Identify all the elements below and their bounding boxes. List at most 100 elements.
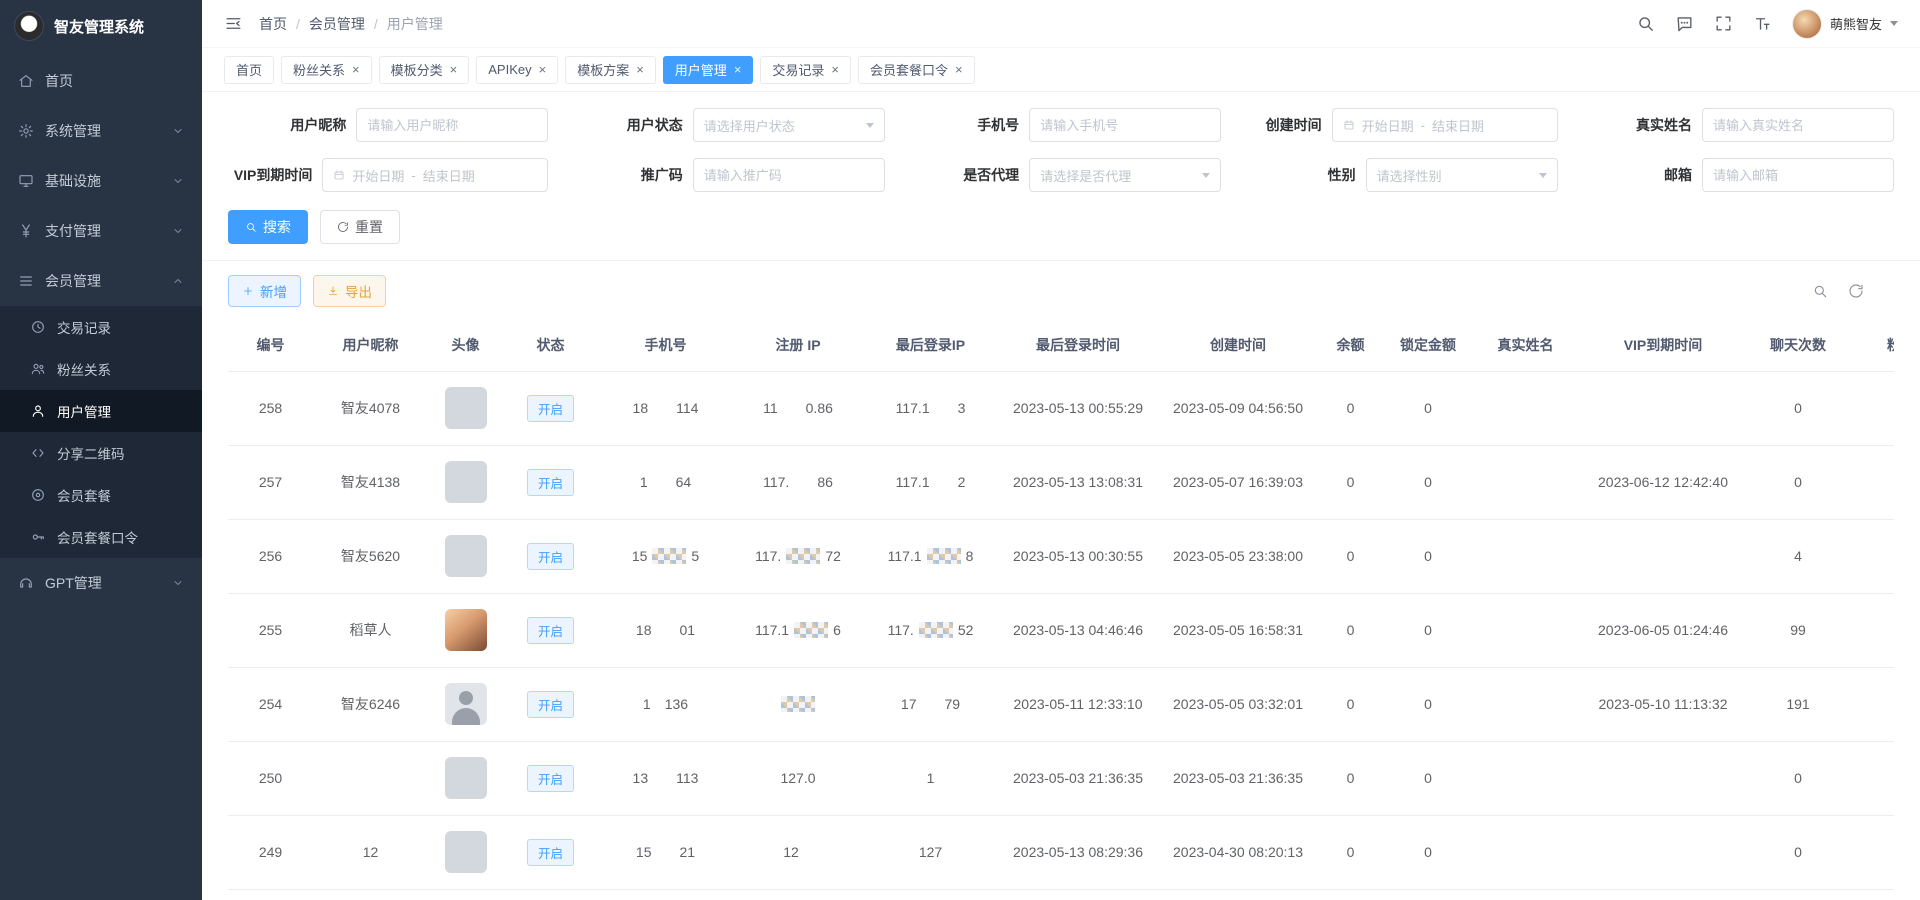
cell-phone: 1 136 bbox=[598, 667, 733, 741]
user-menu[interactable]: 萌熊智友 bbox=[1792, 9, 1898, 39]
tab-close-icon[interactable]: × bbox=[539, 63, 547, 76]
breadcrumb-home[interactable]: 首页 bbox=[259, 14, 287, 34]
sidebar-item-transactions[interactable]: 交易记录 bbox=[0, 306, 202, 348]
real-name-input-field[interactable] bbox=[1713, 118, 1883, 133]
sidebar-item-members[interactable]: 会员管理 bbox=[0, 256, 202, 306]
table-column-header: 最后登录IP bbox=[863, 319, 998, 371]
field-vip-expire: VIP到期时间 开始日期 - 结束日期 bbox=[228, 158, 548, 192]
page-tab[interactable]: 会员套餐口令 × bbox=[858, 56, 975, 84]
font-size-button[interactable] bbox=[1753, 14, 1772, 33]
table-row: 256 智友5620 开启 155 117.72 117.18 bbox=[228, 519, 1894, 593]
table-body: 258 智友4078 开启 18 114 11 0.86 bbox=[228, 371, 1894, 889]
chevron-down-icon bbox=[172, 225, 184, 237]
tab-close-icon[interactable]: × bbox=[734, 63, 742, 76]
sidebar-item-user-management[interactable]: 用户管理 bbox=[0, 390, 202, 432]
nickname-input[interactable] bbox=[356, 108, 548, 142]
sidebar: 智友管理系统 首页 系统管理 基础设施 支付管理 bbox=[0, 0, 202, 900]
promo-code-input-field[interactable] bbox=[704, 168, 874, 183]
sidebar-item-payment[interactable]: 支付管理 bbox=[0, 206, 202, 256]
sidebar-item-package-token[interactable]: 会员套餐口令 bbox=[0, 516, 202, 558]
cell-chat-count: 0 bbox=[1748, 815, 1848, 889]
sidebar-item-system[interactable]: 系统管理 bbox=[0, 106, 202, 156]
reset-button[interactable]: 重置 bbox=[320, 210, 400, 244]
page-tab[interactable]: 交易记录 × bbox=[760, 56, 851, 84]
page-tab[interactable]: 粉丝关系 × bbox=[281, 56, 372, 84]
email-input-field[interactable] bbox=[1713, 168, 1883, 183]
phone-input-field[interactable] bbox=[1040, 118, 1210, 133]
page-tab[interactable]: 用户管理 × bbox=[663, 56, 754, 84]
tab-close-icon[interactable]: × bbox=[450, 63, 458, 76]
cell-locked-amount: 0 bbox=[1383, 741, 1473, 815]
cell-last-login-time: 2023-05-13 04:46:46 bbox=[998, 593, 1158, 667]
search-button[interactable] bbox=[1636, 14, 1655, 33]
sidebar-item-gpt[interactable]: GPT管理 bbox=[0, 558, 202, 608]
filter-form: 用户昵称 用户状态 请选择用户状态 手机号 bbox=[228, 108, 1894, 192]
tab-label: 粉丝关系 bbox=[293, 60, 345, 79]
status-badge: 开启 bbox=[527, 839, 574, 866]
sidebar-item-member-package[interactable]: 会员套餐 bbox=[0, 474, 202, 516]
page-tab[interactable]: 模板分类 × bbox=[379, 56, 470, 84]
end-date-placeholder: 结束日期 bbox=[1432, 116, 1484, 135]
tab-close-icon[interactable]: × bbox=[831, 63, 839, 76]
cell-balance: 0 bbox=[1318, 519, 1383, 593]
created-daterange-picker[interactable]: 开始日期 - 结束日期 bbox=[1332, 108, 1558, 142]
table-column-header: VIP到期时间 bbox=[1578, 319, 1748, 371]
search-button[interactable]: 搜索 bbox=[228, 210, 308, 244]
user-status-select[interactable]: 请选择用户状态 bbox=[693, 108, 885, 142]
page-tab[interactable]: 模板方案 × bbox=[565, 56, 656, 84]
end-date-placeholder: 结束日期 bbox=[423, 166, 475, 185]
table-row: 257 智友4138 开启 1 64 117. 86 11 bbox=[228, 445, 1894, 519]
cell-register-ip: 117.16 bbox=[733, 593, 863, 667]
fullscreen-button[interactable] bbox=[1714, 14, 1733, 33]
promo-code-input[interactable] bbox=[693, 158, 885, 192]
row-avatar bbox=[445, 535, 487, 577]
add-button[interactable]: 新增 bbox=[228, 275, 301, 307]
tab-label: 用户管理 bbox=[675, 60, 727, 79]
table-toolbar: 新增 导出 bbox=[228, 275, 1894, 307]
sidebar-collapse-button[interactable] bbox=[224, 14, 243, 33]
tab-close-icon[interactable]: × bbox=[955, 63, 963, 76]
table-column-header: 注册 IP bbox=[733, 319, 863, 371]
menu-label: 交易记录 bbox=[57, 317, 111, 337]
start-date-placeholder: 开始日期 bbox=[352, 166, 404, 185]
monitor-icon bbox=[18, 173, 34, 189]
cell-phone: 13 113 bbox=[598, 741, 733, 815]
export-button[interactable]: 导出 bbox=[313, 275, 386, 307]
nickname-input-field[interactable] bbox=[367, 118, 537, 133]
table-refresh-button[interactable] bbox=[1848, 283, 1864, 299]
real-name-input[interactable] bbox=[1702, 108, 1894, 142]
gender-select[interactable]: 请选择性别 bbox=[1366, 158, 1558, 192]
breadcrumb-section[interactable]: 会员管理 bbox=[309, 14, 365, 34]
status-badge: 开启 bbox=[527, 543, 574, 570]
sidebar-item-fans[interactable]: 粉丝关系 bbox=[0, 348, 202, 390]
calendar-icon bbox=[333, 169, 345, 181]
cell-avatar bbox=[428, 741, 503, 815]
cell-fans-count bbox=[1848, 593, 1894, 667]
range-separator: - bbox=[1421, 118, 1425, 133]
cell-chat-count: 0 bbox=[1748, 445, 1848, 519]
page-tab[interactable]: 首页 × bbox=[224, 56, 274, 84]
sidebar-item-infrastructure[interactable]: 基础设施 bbox=[0, 156, 202, 206]
filter-actions: 搜索 重置 bbox=[228, 210, 1894, 244]
menu-label: 粉丝关系 bbox=[57, 359, 111, 379]
is-agent-select[interactable]: 请选择是否代理 bbox=[1029, 158, 1221, 192]
table-row: 250 开启 13 113 127.0 1 bbox=[228, 741, 1894, 815]
user-icon bbox=[30, 403, 46, 419]
messages-button[interactable] bbox=[1675, 14, 1694, 33]
table-search-button[interactable] bbox=[1812, 283, 1828, 299]
vip-expire-daterange-picker[interactable]: 开始日期 - 结束日期 bbox=[322, 158, 548, 192]
table-column-header: 手机号 bbox=[598, 319, 733, 371]
tab-label: 交易记录 bbox=[772, 60, 824, 79]
cell-fans-count bbox=[1848, 815, 1894, 889]
tab-close-icon[interactable]: × bbox=[352, 63, 360, 76]
sidebar-item-home[interactable]: 首页 bbox=[0, 56, 202, 106]
status-badge: 开启 bbox=[527, 617, 574, 644]
phone-input[interactable] bbox=[1029, 108, 1221, 142]
page-tab[interactable]: APIKey × bbox=[476, 56, 558, 84]
email-input[interactable] bbox=[1702, 158, 1894, 192]
sidebar-item-share-qrcode[interactable]: 分享二维码 bbox=[0, 432, 202, 474]
cell-avatar bbox=[428, 667, 503, 741]
export-button-label: 导出 bbox=[345, 281, 372, 301]
tab-close-icon[interactable]: × bbox=[636, 63, 644, 76]
cell-created-time: 2023-05-09 04:56:50 bbox=[1158, 371, 1318, 445]
